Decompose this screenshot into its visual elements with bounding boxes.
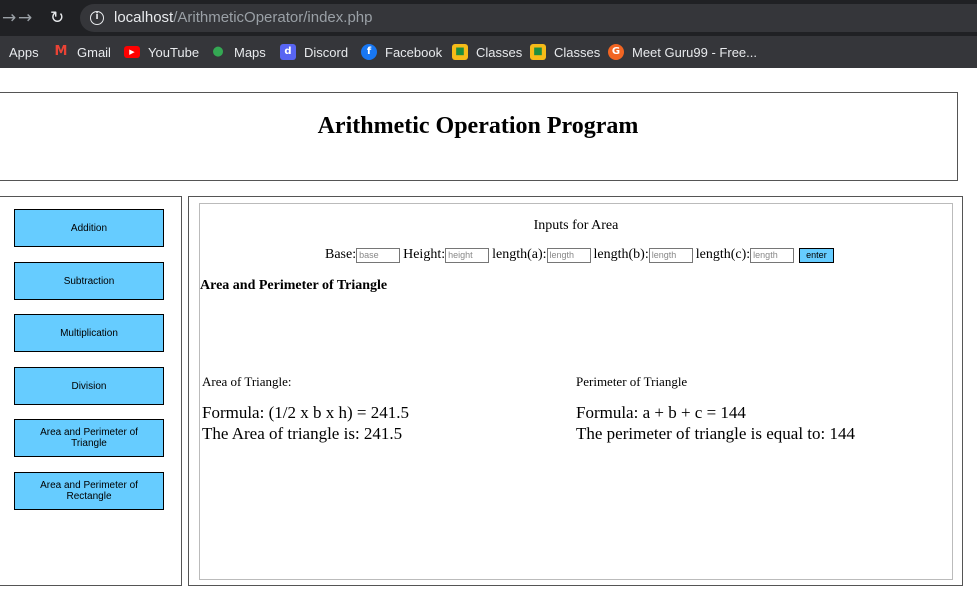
page-header: Arithmetic Operation Program — [0, 92, 958, 181]
classroom-icon: ■ — [452, 44, 468, 60]
bookmark-label: YouTube — [148, 44, 200, 60]
discord-icon: d — [280, 44, 296, 60]
classroom-icon: ■ — [530, 44, 546, 60]
reload-icon[interactable]: ↻ — [50, 8, 64, 28]
height-input[interactable] — [445, 247, 490, 263]
bookmark-label: Classes — [476, 44, 523, 60]
length-a-label: length(a): — [492, 247, 547, 262]
forward-arrow-icon[interactable]: → — [18, 8, 32, 28]
inputs-title: Inputs for Area — [533, 218, 619, 233]
triangle-area-perimeter-button[interactable]: Area and Perimeter of Triangle — [14, 419, 164, 457]
bookmark-youtube[interactable]: ▶ YouTube — [124, 36, 199, 68]
url-host: localhost — [114, 9, 174, 26]
bookmark-label: Gmail — [77, 44, 111, 60]
bookmark-label: Discord — [304, 44, 349, 60]
area-formula: Formula: (1/2 x b x h) = 241.5 — [202, 403, 409, 422]
bookmark-gmail[interactable]: M Gmail — [53, 36, 111, 68]
addition-button[interactable]: Addition — [14, 209, 164, 247]
area-result: The Area of triangle is: 241.5 — [202, 424, 403, 443]
sidebar: Addition Subtraction Multiplication Divi… — [0, 196, 182, 586]
height-label: Height: — [403, 247, 446, 262]
main-panel: Inputs for Area Base: Height: length(a):… — [188, 196, 963, 586]
maps-pin-icon: ● — [212, 44, 224, 59]
bookmark-classes-2[interactable]: ■ Classes — [530, 36, 600, 68]
enter-button[interactable]: enter — [799, 247, 834, 263]
bookmark-label: Apps — [9, 44, 39, 60]
perimeter-label: Perimeter of Triangle — [576, 374, 688, 389]
bookmarks-bar: Apps M Gmail ▶ YouTube ● Maps d Discord … — [0, 36, 977, 68]
facebook-icon: f — [361, 44, 377, 60]
bookmark-label: Maps — [234, 44, 266, 60]
content-frame: Inputs for Area Base: Height: length(a):… — [199, 203, 953, 580]
guru99-icon: G — [608, 44, 624, 60]
youtube-icon: ▶ — [124, 46, 140, 58]
rectangle-area-perimeter-button[interactable]: Area and Perimeter of Rectangle — [14, 472, 164, 510]
bookmark-label: Classes — [554, 44, 601, 60]
length-b-label: length(b): — [593, 247, 649, 262]
inputs-row: Base: Height: length(a): length(b): leng… — [325, 246, 834, 264]
bookmark-apps[interactable]: Apps — [9, 36, 39, 68]
address-bar[interactable]: i localhost/ArithmeticOperator/index.php — [80, 4, 977, 32]
bookmark-label: Meet Guru99 - Free... — [632, 44, 757, 60]
bookmark-maps[interactable]: ● Maps — [210, 36, 266, 68]
bookmark-classes-1[interactable]: ■ Classes — [452, 36, 522, 68]
base-label: Base: — [325, 247, 357, 262]
length-c-input[interactable] — [750, 247, 795, 263]
browser-toolbar: → → ↻ i localhost/ArithmeticOperator/ind… — [0, 0, 977, 36]
subtraction-button[interactable]: Subtraction — [14, 262, 164, 300]
length-b-input[interactable] — [648, 247, 693, 263]
section-heading: Area and Perimeter of Triangle — [200, 278, 388, 293]
length-a-input[interactable] — [546, 247, 591, 263]
area-label: Area of Triangle: — [202, 374, 292, 389]
bookmark-guru99[interactable]: G Meet Guru99 - Free... — [608, 36, 757, 68]
length-c-label: length(c): — [695, 247, 751, 262]
bookmark-facebook[interactable]: f Facebook — [361, 36, 442, 68]
base-input[interactable] — [356, 247, 401, 263]
division-button[interactable]: Division — [14, 367, 164, 405]
url-text[interactable]: localhost/ArithmeticOperator/index.php — [114, 9, 372, 26]
page-title: Arithmetic Operation Program — [317, 113, 639, 139]
multiplication-button[interactable]: Multiplication — [14, 314, 164, 352]
gmail-icon: M — [54, 44, 68, 59]
bookmark-discord[interactable]: d Discord — [280, 36, 348, 68]
back-arrow-icon[interactable]: → — [2, 8, 16, 28]
info-icon[interactable]: i — [90, 11, 104, 25]
bookmark-label: Facebook — [385, 44, 443, 60]
url-path: /ArithmeticOperator/index.php — [173, 9, 373, 26]
perimeter-result: The perimeter of triangle is equal to: 1… — [576, 424, 855, 443]
perimeter-formula: Formula: a + b + c = 144 — [576, 403, 746, 422]
